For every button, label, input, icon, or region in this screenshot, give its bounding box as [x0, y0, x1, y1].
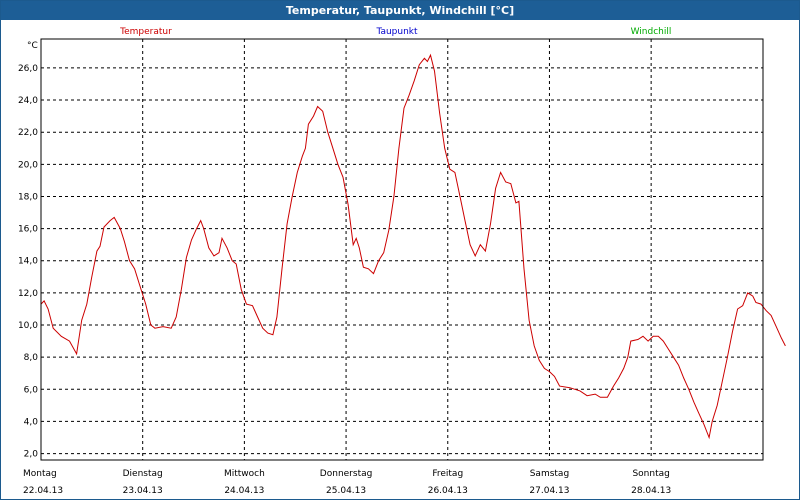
x-tick-weekday: Samstag: [530, 469, 569, 479]
x-tick-labels: Montag 22.04.13 Dienstag 23.04.13 Mittwoch 24…: [23, 469, 671, 496]
y-tick-label: 22,0: [18, 128, 38, 138]
series-line-temperatur: [40, 53, 786, 440]
x-tick-weekday: Mittwoch: [224, 469, 265, 479]
y-tick-label: 20,0: [18, 160, 38, 170]
window-title: Temperatur, Taupunkt, Windchill [°C]: [1, 1, 799, 20]
x-tick-date: 26.04.13: [428, 486, 468, 496]
y-tick-label: 14,0: [18, 257, 38, 267]
y-tick-label: 2,0: [24, 450, 39, 460]
y-tick-label: 4,0: [24, 417, 39, 427]
plot-frame: [40, 38, 764, 461]
x-tick-date: 28.04.13: [631, 486, 671, 496]
chart: Temperatur Taupunkt Windchill °C 2,0 4,0 6…: [18, 27, 786, 496]
y-tick-label: 10,0: [18, 321, 38, 331]
legend-taupunkt: Taupunkt: [375, 27, 418, 37]
y-tick-label: 6,0: [24, 385, 39, 395]
legend-temperatur: Temperatur: [119, 27, 172, 37]
x-tick-date: 24.04.13: [224, 486, 264, 496]
y-tick-label: 12,0: [18, 289, 38, 299]
grid: [41, 39, 763, 460]
x-tick-weekday: Sonntag: [632, 469, 669, 479]
x-tick-date: 22.04.13: [23, 486, 63, 496]
y-tick-label: 24,0: [18, 96, 38, 106]
y-tick-label: 8,0: [24, 353, 39, 363]
y-tick-label: 18,0: [18, 192, 38, 202]
x-tick-weekday: Freitag: [432, 469, 463, 479]
x-tick-date: 27.04.13: [529, 486, 569, 496]
y-tick-labels: 2,0 4,0 6,0 8,0 10,0 12,0 14,0 16,0 18,0 20,0 22,0…: [18, 64, 38, 460]
y-tick-label: 16,0: [18, 225, 38, 235]
series-lines: [40, 53, 786, 440]
x-tick-date: 25.04.13: [326, 486, 366, 496]
x-tick-weekday: Dienstag: [123, 469, 163, 479]
legend-windchill: Windchill: [631, 27, 672, 37]
x-tick-weekday: Montag: [23, 469, 57, 479]
x-tick-weekday: Donnerstag: [320, 469, 373, 479]
chart-window: Temperatur, Taupunkt, Windchill [°C] Tem…: [0, 0, 800, 500]
y-tick-label: 26,0: [18, 64, 38, 74]
legend: Temperatur Taupunkt Windchill: [119, 27, 671, 37]
x-tick-date: 23.04.13: [123, 486, 163, 496]
y-axis-unit: °C: [27, 41, 38, 51]
